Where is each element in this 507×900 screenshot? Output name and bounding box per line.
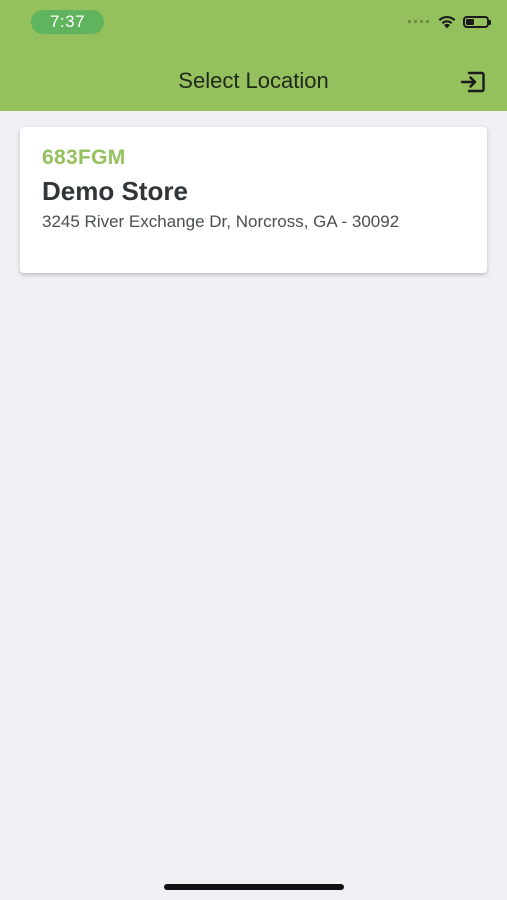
wifi-icon xyxy=(438,15,456,29)
store-address: 3245 River Exchange Dr, Norcross, GA - 3… xyxy=(42,212,400,231)
battery-icon xyxy=(463,15,491,28)
status-icons xyxy=(408,14,491,29)
status-time: 7:37 xyxy=(31,10,104,34)
store-name: Demo Store xyxy=(42,176,188,206)
location-card[interactable]: 683FGM Demo Store 3245 River Exchange Dr… xyxy=(20,127,487,273)
page-title: Select Location xyxy=(178,68,329,93)
store-code: 683FGM xyxy=(42,146,126,169)
home-indicator[interactable] xyxy=(164,884,344,890)
logout-icon xyxy=(460,71,485,93)
app-header: 7:37 Select Location xyxy=(0,0,507,111)
logout-button[interactable] xyxy=(459,68,487,96)
cellular-signal-icon xyxy=(408,20,429,23)
